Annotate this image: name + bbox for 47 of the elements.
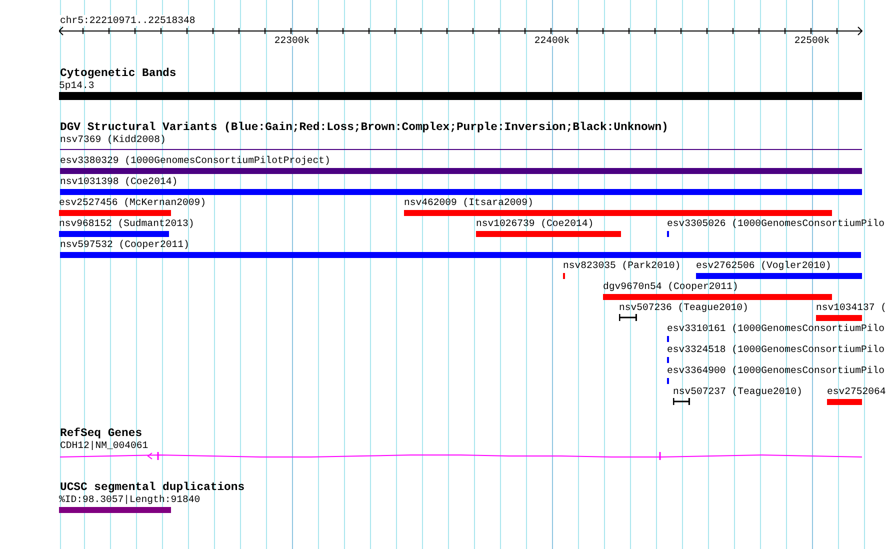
feature-label[interactable]: nsv968152 (Sudmant2013)	[59, 218, 194, 229]
variant-bar[interactable]	[59, 507, 171, 513]
feature-label[interactable]: %ID:98.3057|Length:91840	[59, 494, 200, 505]
feature-label[interactable]: esv2752064	[827, 386, 886, 397]
band-bar[interactable]	[59, 92, 862, 100]
interval-marker[interactable]	[619, 314, 637, 321]
variant-bar[interactable]	[827, 399, 862, 405]
track-title: UCSC segmental duplications	[60, 482, 245, 494]
track-title: Cytogenetic Bands	[60, 68, 176, 80]
variant-bar[interactable]	[696, 273, 862, 279]
feature-label[interactable]: esv3310161 (1000GenomesConsortiumPilo	[667, 323, 885, 334]
feature-label[interactable]: esv3380329 (1000GenomesConsortiumPilotProject)	[60, 155, 330, 166]
feature-label[interactable]: esv3324518 (1000GenomesConsortiumPilo	[667, 344, 885, 355]
gene-model-drawing[interactable]	[60, 451, 862, 461]
feature-label[interactable]: nsv462009 (Itsara2009)	[404, 197, 534, 208]
variant-bar[interactable]	[603, 294, 832, 300]
variant-bar[interactable]	[816, 315, 862, 321]
feature-label[interactable]: esv2762506 (Vogler2010)	[696, 260, 832, 271]
feature-label[interactable]: nsv823035 (Park2010)	[563, 260, 681, 271]
feature-label[interactable]: nsv507236 (Teague2010)	[619, 302, 748, 313]
feature-label[interactable]: dgv9670n54 (Cooper2011)	[603, 281, 738, 292]
feature-label[interactable]: nsv1034137 (	[816, 302, 887, 313]
tick-label: 22300k	[274, 35, 310, 46]
variant-bar[interactable]	[59, 231, 169, 237]
feature-label[interactable]: esv3364900 (1000GenomesConsortiumPilo	[667, 365, 885, 376]
tick-label: 22500k	[794, 35, 830, 46]
variant-bar[interactable]	[59, 210, 171, 216]
feature-label[interactable]: 5p14.3	[59, 80, 94, 91]
feature-label[interactable]: nsv507237 (Teague2010)	[673, 386, 802, 397]
feature-label[interactable]: CDH12|NM_004061	[60, 440, 148, 451]
track-title: RefSeq Genes	[60, 428, 142, 440]
track-title: DGV Structural Variants (Blue:Gain;Red:Loss;Brown:Complex;Purple:Inversion;Black:Unknown)	[60, 122, 668, 134]
variant-line[interactable]	[60, 149, 862, 150]
feature-label[interactable]: nsv1026739 (Coe2014)	[476, 218, 594, 229]
feature-label[interactable]: esv2527456 (McKernan2009)	[59, 197, 206, 208]
location-label: chr5:22210971..22518348	[60, 15, 196, 26]
feature-label[interactable]: nsv597532 (Cooper2011)	[60, 239, 190, 250]
tick-label: 22400k	[534, 35, 570, 46]
variant-bar[interactable]	[60, 168, 862, 174]
feature-label[interactable]: nsv7369 (Kidd2008)	[60, 134, 166, 145]
feature-label[interactable]: esv3305026 (1000GenomesConsortiumPilo	[667, 218, 885, 229]
variant-bar[interactable]	[60, 252, 861, 258]
interval-marker[interactable]	[673, 398, 690, 405]
variant-bar[interactable]	[404, 210, 832, 216]
variant-bar[interactable]	[60, 189, 862, 195]
variant-bar[interactable]	[476, 231, 621, 237]
feature-label[interactable]: nsv1031398 (Coe2014)	[60, 176, 178, 187]
